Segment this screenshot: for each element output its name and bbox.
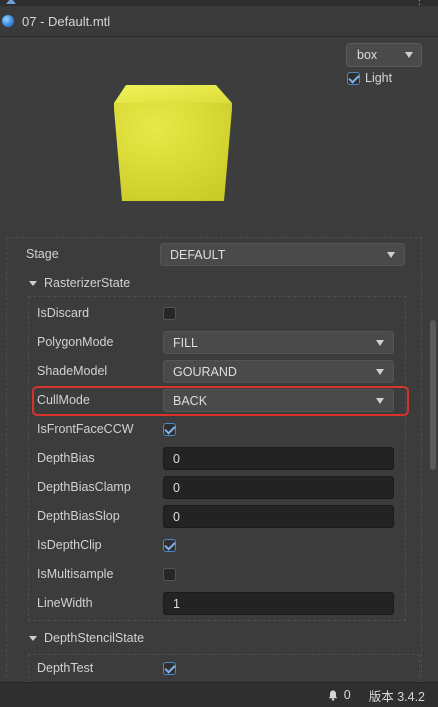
depth-stencil-state-title: DepthStencilState (44, 631, 145, 645)
light-label: Light (365, 71, 393, 85)
collapse-triangle-icon (29, 635, 37, 641)
light-checkbox[interactable] (347, 71, 360, 85)
inspector-scrollbar[interactable] (430, 320, 436, 470)
polygon-mode-select[interactable]: FILL (163, 331, 394, 354)
depth-bias-value: 0 (173, 451, 180, 466)
rasterizer-state-title: RasterizerState (44, 276, 131, 290)
depth-bias-clamp-label: DepthBiasClamp (37, 480, 131, 494)
stage-label: Stage (26, 247, 59, 261)
rasterizer-state-header[interactable]: RasterizerState (29, 276, 130, 290)
depth-bias-slop-label: DepthBiasSlop (37, 509, 120, 523)
is-discard-label: IsDiscard (37, 306, 90, 320)
panel-titlebar: 07 - Default.mtl (0, 6, 438, 37)
bell-icon[interactable] (328, 690, 338, 701)
status-bar: 0 版本 3.4.2 (0, 682, 438, 707)
preview-shape-dropdown[interactable]: box (346, 43, 422, 67)
light-toggle[interactable]: Light (347, 71, 392, 85)
notification-count: 0 (343, 688, 351, 702)
line-width-value: 1 (173, 596, 180, 611)
is-depth-clip-checkbox[interactable] (163, 539, 176, 552)
depth-bias-clamp-input[interactable]: 0 (163, 476, 394, 499)
depth-test-label: DepthTest (37, 661, 94, 675)
polygon-mode-value: FILL (173, 335, 199, 350)
preview-shape-value: box (357, 48, 378, 62)
chevron-down-icon (376, 368, 384, 375)
shade-model-label: ShadeModel (37, 364, 108, 378)
material-preview[interactable]: box Light (0, 37, 438, 231)
shade-model-value: GOURAND (173, 364, 237, 379)
chevron-down-icon (387, 251, 395, 258)
depth-test-checkbox[interactable] (163, 662, 176, 675)
is-depth-clip-label: IsDepthClip (37, 538, 102, 552)
chevron-down-icon (405, 52, 413, 58)
is-multisample-checkbox[interactable] (163, 568, 176, 581)
is-multisample-label: IsMultisample (37, 567, 114, 581)
depth-bias-slop-value: 0 (173, 509, 180, 524)
cull-mode-highlight (32, 386, 409, 416)
depth-bias-label: DepthBias (37, 451, 95, 465)
stage-value: DEFAULT (170, 247, 226, 262)
line-width-input[interactable]: 1 (163, 592, 394, 615)
cube-preview (114, 85, 232, 201)
shade-model-select[interactable]: GOURAND (163, 360, 394, 383)
is-front-face-ccw-label: IsFrontFaceCCW (37, 422, 134, 436)
is-discard-checkbox[interactable] (163, 307, 176, 320)
version-label: 版本 3.4.2 (368, 689, 425, 704)
stage-select[interactable]: DEFAULT (160, 243, 405, 266)
is-front-face-ccw-checkbox[interactable] (163, 423, 176, 436)
line-width-label: LineWidth (37, 596, 93, 610)
nav-arrow-icon[interactable] (6, 0, 16, 4)
depth-bias-slop-input[interactable]: 0 (163, 505, 394, 528)
depth-bias-input[interactable]: 0 (163, 447, 394, 470)
collapse-triangle-icon (29, 280, 37, 286)
panel-title: 07 - Default.mtl (22, 13, 111, 29)
polygon-mode-label: PolygonMode (37, 335, 114, 349)
depth-bias-clamp-value: 0 (173, 480, 180, 495)
depth-stencil-state-header[interactable]: DepthStencilState (29, 631, 144, 645)
material-globe-icon (2, 15, 14, 27)
chevron-down-icon (376, 339, 384, 346)
